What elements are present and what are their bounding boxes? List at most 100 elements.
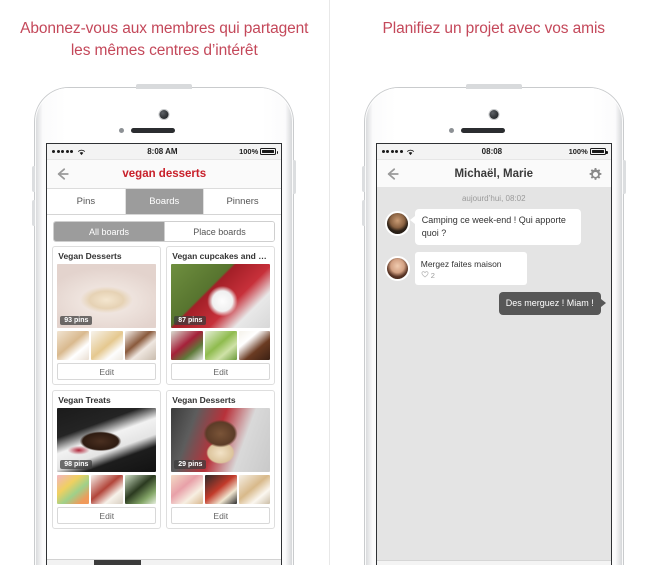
tabbar-profile[interactable] [234,560,281,565]
wifi-icon [77,148,86,156]
board-card[interactable]: Vegan Treats 98 pins Edit [52,390,162,529]
proximity-sensor-icon [448,128,454,133]
battery-percent: 100% [568,147,588,156]
battery-icon [260,148,279,155]
power-button[interactable] [622,160,626,194]
volume-down-button[interactable] [361,200,365,226]
volume-up-button[interactable] [32,166,36,192]
board-thumbnail [124,331,157,360]
board-thumbnail [57,475,89,504]
page-title: Michaël, Marie [454,168,534,180]
battery-indicator: 100% [239,147,279,156]
board-pin-count: 29 pins [174,460,207,469]
board-pin-count: 98 pins [60,460,93,469]
segment-all-boards[interactable]: All boards [54,222,164,241]
board-thumbnail [57,331,89,360]
edit-button[interactable]: Edit [57,363,157,380]
board-thumbnail [204,331,237,360]
front-camera-icon [489,110,499,119]
board-card[interactable]: Vegan Desserts 29 pins Edit [166,390,276,529]
volume-up-button[interactable] [361,166,365,192]
tab-pins[interactable]: Pins [47,189,126,214]
avatar[interactable] [384,211,410,236]
message-row: Mergez faites maison 2 [377,252,611,292]
board-cover-image: 93 pins [57,264,157,328]
page-title: vegan desserts [122,168,207,180]
status-time: 08:08 [481,147,503,156]
battery-icon [589,148,608,155]
board-thumbnail [90,331,123,360]
board-card[interactable]: Vegan cupcakes and D... 87 pins Edit [166,246,276,385]
back-arrow-icon[interactable] [385,166,401,182]
segment-place-boards[interactable]: Place boards [163,222,275,241]
status-bar: 8:08 AM 100% [47,144,282,160]
power-button[interactable] [293,160,297,194]
phone-left: 8:08 AM 100% vegan desserts Pins Boards … [32,84,297,565]
board-card[interactable]: Vegan Desserts 93 pins Edit [52,246,162,385]
status-time: 8:08 AM [147,147,178,156]
front-camera-icon [159,110,169,119]
board-thumbnail [124,475,157,504]
battery-percent: 100% [239,147,259,156]
edit-button[interactable]: Edit [171,363,271,380]
panel-left: Abonnez-vous aux membres qui partagent l… [0,0,329,565]
message-bubble: Camping ce week-end ! Qui apporte quoi ? [409,209,581,245]
tab-boards[interactable]: Boards [125,189,204,214]
nav-bar: Michaël, Marie [376,160,611,189]
board-thumbnails [171,475,271,504]
pin-like-count: 2 [418,270,524,282]
tab-pinners[interactable]: Pinners [203,189,282,214]
board-cover-image: 29 pins [171,408,271,472]
phone-right: 08:08 100% Michaël, Marie aujourd’hui, 0… [361,84,626,565]
proximity-sensor-icon [119,128,125,133]
board-title: Vegan Treats [58,395,111,405]
battery-indicator: 100% [568,147,608,156]
tabbar-search[interactable] [94,560,141,565]
avatar[interactable] [384,256,410,281]
board-thumbnail [171,331,203,360]
board-cover-image: 87 pins [171,264,271,328]
headline-left: Abonnez-vous aux membres qui partagent l… [20,20,309,59]
nav-bar: vegan desserts [47,160,282,189]
earpiece-speaker [460,128,505,133]
segmented-control-wrap: All boards Place boards [47,215,282,246]
board-thumbnails [171,331,271,360]
board-title: Vegan Desserts [172,395,236,405]
panel-right: Planifiez un projet avec vos amis 08:08 [328,0,658,565]
back-arrow-icon[interactable] [55,166,71,182]
gear-icon[interactable] [588,167,603,182]
board-thumbnail [90,475,123,504]
volume-down-button[interactable] [32,200,36,226]
tabbar-add[interactable] [141,560,188,565]
signal-indicator [381,148,416,156]
board-thumbnails [57,475,157,504]
phone-top-nub [136,84,193,89]
boards-grid: Vegan Desserts 93 pins Edit Vegan cupcak… [47,246,282,529]
screen-left: 8:08 AM 100% vegan desserts Pins Boards … [47,144,282,565]
board-thumbnails [57,331,157,360]
tab-bar-top: Pins Boards Pinners [47,189,282,215]
pin-message-card[interactable]: Mergez faites maison 2 [414,252,527,285]
board-title: Vegan Desserts [58,251,122,261]
board-thumbnail [171,475,203,504]
signal-indicator [52,148,86,156]
board-thumbnail [204,475,237,504]
edit-button[interactable]: Edit [171,507,271,524]
board-title: Vegan cupcakes and D... [172,251,272,261]
chat-thread[interactable]: aujourd’hui, 08:02 Camping ce week-end !… [376,187,611,560]
bottom-tab-bar [47,559,282,565]
tabbar-home[interactable] [47,560,94,565]
message-row: Camping ce week-end ! Qui apporte quoi ? [377,209,611,252]
edit-button[interactable]: Edit [57,507,157,524]
heart-icon [421,270,429,280]
board-cover-image: 98 pins [57,408,157,472]
message-row-outgoing: Des merguez ! Miam ! [377,292,611,322]
tabbar-messages[interactable] [188,560,235,565]
pin-caption: Mergez faites maison [420,259,502,269]
board-pin-count: 87 pins [174,316,207,325]
segmented-control: All boards Place boards [53,221,276,242]
board-thumbnail [238,475,271,504]
earpiece-speaker [131,128,176,133]
board-pin-count: 93 pins [60,316,93,325]
message-bubble-outgoing: Des merguez ! Miam ! [498,292,606,315]
